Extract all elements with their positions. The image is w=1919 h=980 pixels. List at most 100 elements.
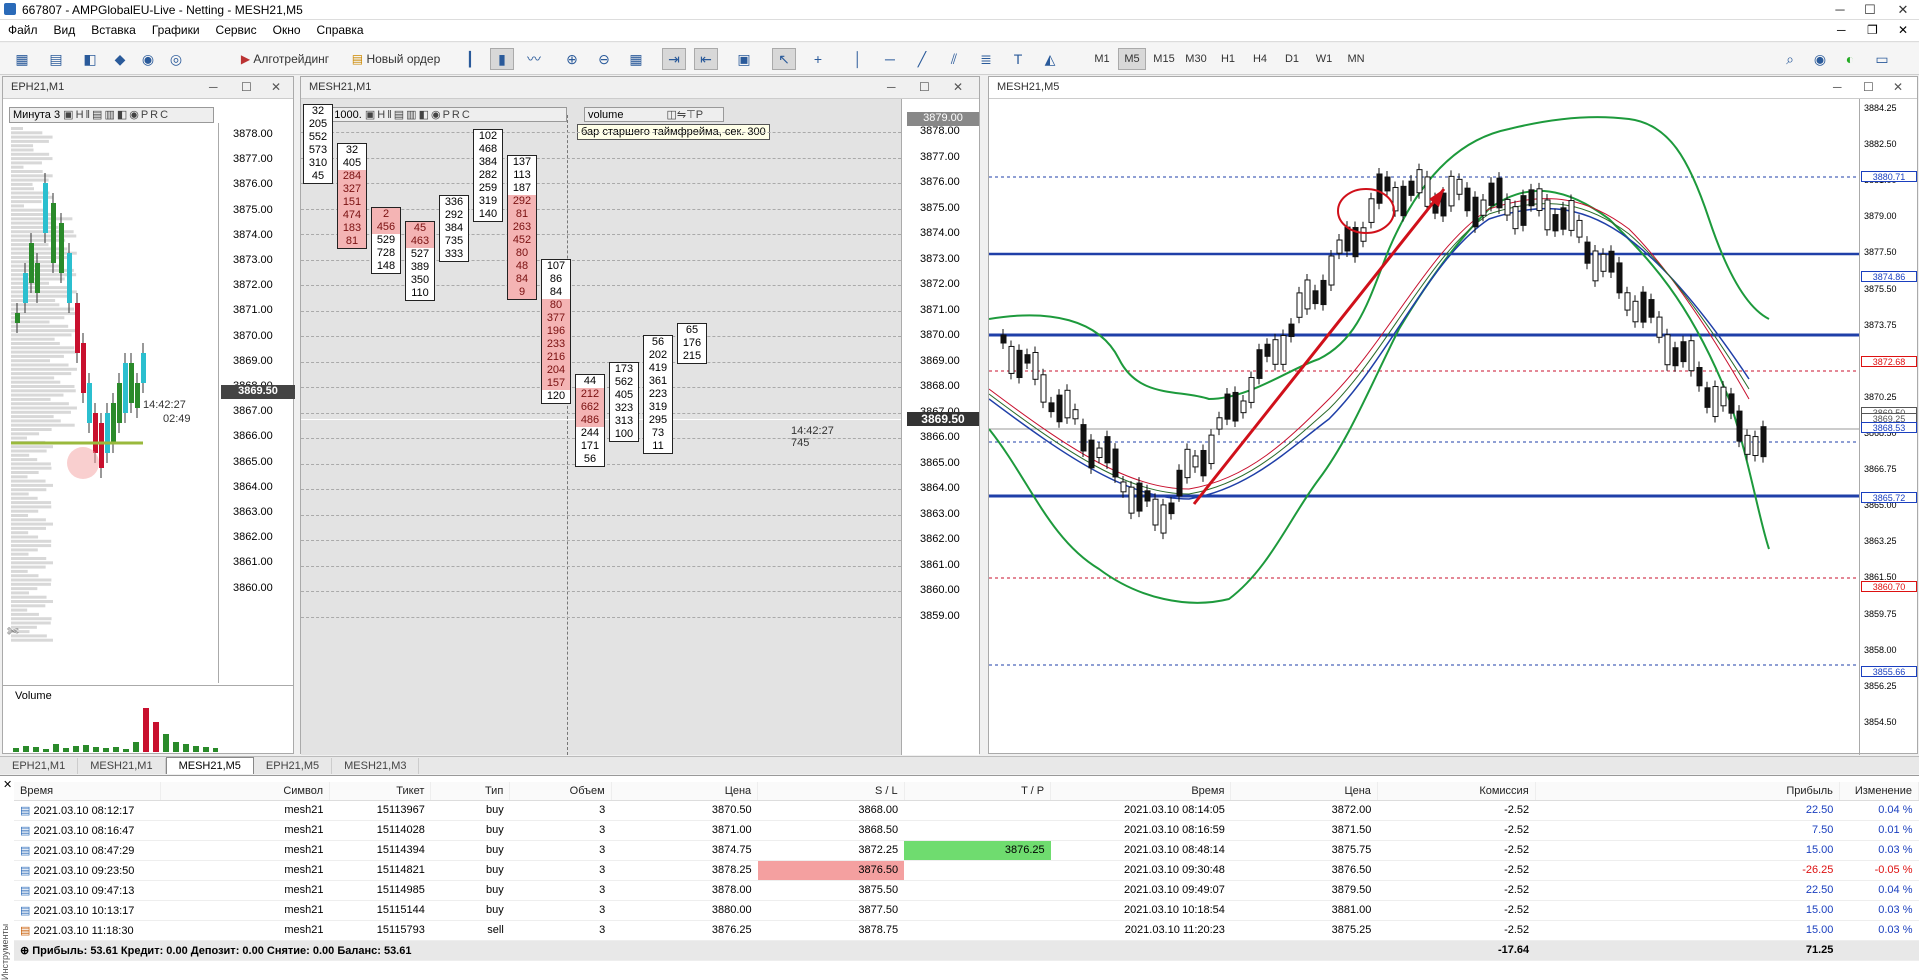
chart-pane-mesh21-m1: MESH21,M1 ─ ☐ ✕ Тик. 1000. ▣H‖▤▥◧◉PRC vo… [300,76,980,755]
tf-d1[interactable]: D1 [1278,48,1306,70]
vertical-line-icon[interactable]: │ [846,48,870,70]
pane-maximize-icon[interactable]: ☐ [241,80,252,94]
pane-close-icon[interactable]: ✕ [271,80,281,94]
column-header[interactable]: Символ [160,782,331,801]
column-header[interactable]: Изменение [1839,782,1919,801]
tf-mn[interactable]: MN [1342,48,1370,70]
templates-icon[interactable]: ▣ [732,48,756,70]
column-header[interactable]: Цена [611,782,759,801]
market-watch-icon[interactable]: ◧ [78,48,102,70]
tf-m5[interactable]: M5 [1118,48,1146,70]
pane-maximize-icon[interactable]: ☐ [1863,80,1874,94]
mdi-restore-icon[interactable]: ❐ [1864,20,1881,40]
candle-body [1680,341,1687,363]
tf-w1[interactable]: W1 [1310,48,1338,70]
tile-windows-icon[interactable]: ▦ [624,48,648,70]
trendline-icon[interactable]: ╱ [910,48,934,70]
tab-eph21-m1[interactable]: EPH21,M1 [0,758,79,774]
candle-chart-icon[interactable]: ▮ [490,48,514,70]
line-chart-icon[interactable]: 〰 [522,48,546,70]
pane-minimize-icon[interactable]: ─ [1833,80,1842,94]
fibonacci-icon[interactable]: ≣ [974,48,998,70]
cursor-icon[interactable]: ↖ [772,48,796,70]
column-header[interactable]: Комиссия [1377,782,1536,801]
column-header[interactable]: Время [1050,782,1232,801]
menu-tools[interactable]: Сервис [208,20,265,37]
cluster-cell: 313 [614,415,634,427]
close-icon[interactable]: ✕ [1893,2,1913,18]
table-row[interactable]: ▤ 2021.03.10 08:12:17 mesh21 15113967 buy 3 3… [14,800,1919,821]
tab-mesh21-m5[interactable]: MESH21,M5 [165,757,254,774]
menu-insert[interactable]: Вставка [83,20,144,37]
table-row[interactable]: ▤ 2021.03.10 09:23:50 mesh21 15114821 buy 3 3… [14,860,1919,881]
minimize-icon[interactable]: ─ [1830,2,1850,18]
column-header[interactable]: S / L [757,782,905,801]
table-row[interactable]: ▤ 2021.03.10 08:47:29 mesh21 15114394 buy 3 3… [14,840,1919,861]
zoom-in-icon[interactable]: ⊕ [560,48,584,70]
data-window-icon[interactable]: ◉ [136,48,160,70]
table-row[interactable]: ▤ 2021.03.10 09:47:13 mesh21 15114985 buy 3 3… [14,880,1919,901]
tab-mesh21-m1[interactable]: MESH21,M1 [78,758,166,774]
chart-shift-icon[interactable]: ⇤ [694,48,718,70]
table-cell: 3 [509,900,612,921]
menu-help[interactable]: Справка [309,20,372,37]
horizontal-line-icon[interactable]: ─ [878,48,902,70]
candle-body [1384,176,1391,192]
signals-icon[interactable]: ◎ [164,48,188,70]
autoscroll-icon[interactable]: ⇥ [662,48,686,70]
table-cell [904,880,1051,901]
candle-body [1136,482,1143,512]
new-order-button[interactable]: ▤ Новый ордер [346,48,446,70]
tf-m15[interactable]: M15 [1150,48,1178,70]
menu-file[interactable]: Файл [0,20,46,37]
column-header[interactable]: Время [14,782,161,801]
pane-close-icon[interactable]: ✕ [1893,80,1903,94]
pane1-tools-icon[interactable]: ✄ [7,623,19,640]
table-row[interactable]: ▤ 2021.03.10 10:13:17 mesh21 15115144 buy 3 3… [14,900,1919,921]
candle-body [1720,386,1727,407]
menu-view[interactable]: Вид [46,20,84,37]
crosshair-icon[interactable]: + [806,48,830,70]
price-tick: 3870.00 [233,329,273,342]
column-header[interactable]: Тикет [329,782,432,801]
text-icon[interactable]: T [1006,48,1030,70]
column-header[interactable]: Объем [509,782,612,801]
pane-minimize-icon[interactable]: ─ [209,80,218,94]
new-chart-icon[interactable]: ▦ [10,48,34,70]
search-icon[interactable]: ⌕ [1778,48,1802,70]
mdi-minimize-icon[interactable]: ─ [1834,20,1849,40]
lvl-icon[interactable]: ◐ [1838,48,1862,70]
pane-maximize-icon[interactable]: ☐ [919,80,930,94]
column-header[interactable]: Цена [1230,782,1378,801]
menu-charts[interactable]: Графики [144,20,208,37]
pane-close-icon[interactable]: ✕ [953,80,963,94]
account-icon[interactable]: ◉ [1808,48,1832,70]
bar-chart-icon[interactable]: ┃ [458,48,482,70]
candle-body [1472,196,1479,228]
cluster-cell: 48 [508,260,536,273]
channel-icon[interactable]: ⫽ [942,48,966,70]
navigator-icon[interactable]: ◆ [108,48,132,70]
tf-m30[interactable]: M30 [1182,48,1210,70]
tf-h4[interactable]: H4 [1246,48,1274,70]
column-header[interactable]: Прибыль [1535,782,1840,801]
zoom-out-icon[interactable]: ⊖ [592,48,616,70]
shapes-icon[interactable]: ◭ [1038,48,1062,70]
tab-mesh21-m3[interactable]: MESH21,M3 [332,758,420,774]
column-header[interactable]: Тип [430,782,511,801]
tab-eph21-m5[interactable]: EPH21,M5 [254,758,333,774]
table-row[interactable]: ▤ 2021.03.10 11:18:30 mesh21 15115793 sell 3… [14,920,1919,941]
volume-bar [73,746,79,752]
table-row[interactable]: ▤ 2021.03.10 08:16:47 mesh21 15114028 buy 3 3… [14,820,1919,841]
mdi-close-icon[interactable]: ✕ [1895,20,1911,40]
algo-trading-button[interactable]: ▶ Алготрейдинг [232,48,338,70]
minute-value[interactable]: 3 [54,109,60,121]
tf-h1[interactable]: H1 [1214,48,1242,70]
menu-window[interactable]: Окно [265,20,309,37]
profiles-icon[interactable]: ▤ [44,48,68,70]
layout-icon[interactable]: ▭ [1870,48,1894,70]
column-header[interactable]: T / P [904,782,1052,801]
pane1-tool-icons[interactable]: ▣H‖▤▥◧◉PRC [63,109,170,121]
tf-m1[interactable]: M1 [1088,48,1116,70]
maximize-icon[interactable]: ☐ [1860,2,1880,18]
